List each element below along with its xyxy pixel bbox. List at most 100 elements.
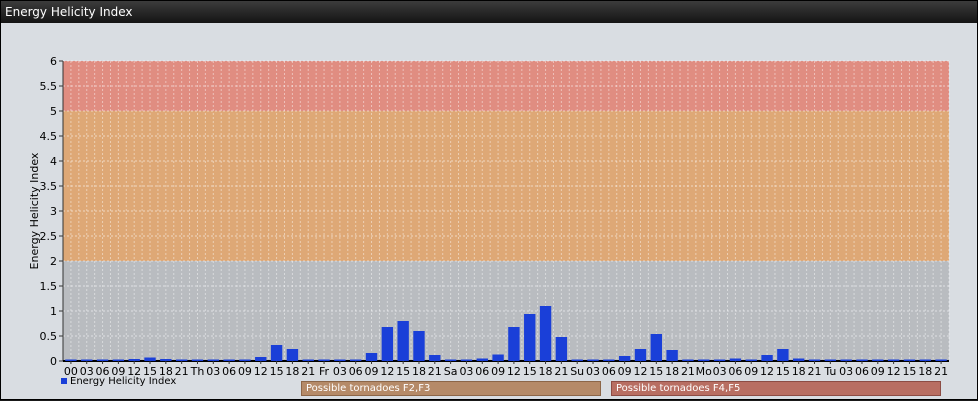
legend-label: Energy Helicity Index bbox=[70, 376, 177, 387]
bar bbox=[350, 359, 362, 361]
bar bbox=[239, 359, 251, 361]
bar bbox=[713, 359, 726, 361]
window-title: Energy Helicity Index bbox=[5, 5, 133, 19]
bar bbox=[81, 359, 93, 361]
x-tick-label: Tu bbox=[823, 365, 836, 378]
y-tick-label: 6 bbox=[50, 55, 57, 68]
x-tick-label: 18 bbox=[665, 365, 679, 378]
x-tick-label: 03 bbox=[713, 365, 727, 378]
y-tick-label: 5 bbox=[50, 105, 57, 118]
x-tick-label: 06 bbox=[728, 365, 742, 378]
y-tick-label: 3.5 bbox=[40, 180, 58, 193]
bar bbox=[603, 359, 615, 361]
x-tick-label: 15 bbox=[902, 365, 916, 378]
x-tick-label: 06 bbox=[855, 365, 869, 378]
x-tick-label: Sa bbox=[444, 365, 458, 378]
y-tick-label: 4 bbox=[50, 155, 57, 168]
x-tick-label: 18 bbox=[285, 365, 299, 378]
y-tick-label: 0.5 bbox=[40, 330, 58, 343]
bar bbox=[935, 359, 947, 361]
x-tick-label: 21 bbox=[681, 365, 695, 378]
bar bbox=[698, 359, 710, 361]
x-tick-label: 03 bbox=[839, 365, 853, 378]
y-tick-label: 4.5 bbox=[40, 130, 58, 143]
bar bbox=[618, 356, 631, 361]
bar bbox=[682, 359, 694, 361]
y-tick-label: 2 bbox=[50, 255, 57, 268]
x-tick-label: 03 bbox=[586, 365, 600, 378]
bar bbox=[302, 359, 314, 361]
bar bbox=[587, 359, 599, 361]
bar bbox=[397, 321, 409, 361]
x-tick-label: 06 bbox=[349, 365, 363, 378]
x-tick-label: 03 bbox=[333, 365, 347, 378]
y-tick-label: 5.5 bbox=[40, 80, 58, 93]
bar bbox=[65, 359, 77, 361]
title-bar: Energy Helicity Index bbox=[1, 1, 977, 23]
bar bbox=[808, 359, 821, 361]
x-tick-label: 18 bbox=[539, 365, 553, 378]
bar bbox=[761, 355, 773, 361]
bar bbox=[571, 359, 583, 361]
y-tick-label: 3 bbox=[50, 205, 57, 218]
ehi-chart: 0 0.5 1 1.5 2 2.5 3 3.5 4 4.5 5 5.5 6 Energy Helicity… bbox=[28, 55, 950, 378]
bar bbox=[286, 349, 299, 361]
bar bbox=[160, 359, 172, 361]
x-tick-label: 12 bbox=[254, 365, 268, 378]
x-tick-label: 06 bbox=[602, 365, 616, 378]
x-tick-label: 12 bbox=[507, 365, 521, 378]
bar bbox=[887, 359, 900, 361]
x-tick-label: 12 bbox=[760, 365, 774, 378]
x-tick-label: Mo bbox=[696, 365, 712, 378]
x-tick-label: 18 bbox=[918, 365, 932, 378]
bar bbox=[634, 349, 647, 361]
bar bbox=[413, 331, 425, 361]
bar bbox=[444, 359, 457, 361]
x-tick-label: Fr bbox=[319, 365, 330, 378]
bar bbox=[128, 359, 140, 361]
y-tick-label: 2.5 bbox=[40, 230, 58, 243]
x-tick-label: Su bbox=[570, 365, 584, 378]
y-axis-label: Energy Helicity Index bbox=[28, 152, 41, 269]
x-tick-label: 15 bbox=[649, 365, 663, 378]
bar bbox=[729, 358, 742, 361]
bar bbox=[255, 357, 267, 361]
x-tick-label: 18 bbox=[412, 365, 426, 378]
x-tick-label: 15 bbox=[270, 365, 284, 378]
x-tick-label: 09 bbox=[871, 365, 885, 378]
bar bbox=[476, 358, 488, 361]
bar bbox=[777, 349, 789, 361]
bar bbox=[492, 354, 504, 361]
x-tick-label: 21 bbox=[934, 365, 948, 378]
bar bbox=[650, 334, 662, 361]
bar bbox=[175, 359, 188, 361]
x-tick-label: 21 bbox=[808, 365, 822, 378]
x-tick-label: 06 bbox=[475, 365, 489, 378]
bar bbox=[460, 359, 473, 361]
bar bbox=[840, 359, 852, 361]
x-tick-label: 03 bbox=[459, 365, 473, 378]
y-tick-label: 0 bbox=[50, 355, 57, 368]
x-tick-label: 12 bbox=[633, 365, 647, 378]
bar bbox=[555, 337, 568, 361]
bar bbox=[334, 359, 346, 361]
risk-band-f4-f5: Possible tornadoes F4,F5 bbox=[611, 381, 941, 396]
risk-band-f2-f3: Possible tornadoes F2,F3 bbox=[301, 381, 601, 396]
bar bbox=[872, 359, 884, 361]
x-tick-label: 15 bbox=[396, 365, 410, 378]
y-tick-label: 1 bbox=[50, 305, 57, 318]
bar bbox=[191, 359, 204, 361]
bar bbox=[207, 359, 219, 361]
bar bbox=[508, 327, 520, 361]
x-tick-label: 12 bbox=[380, 365, 394, 378]
x-tick-label: 03 bbox=[206, 365, 220, 378]
x-tick-label: 15 bbox=[776, 365, 790, 378]
x-tick-label: 15 bbox=[523, 365, 537, 378]
x-tick-label: 21 bbox=[428, 365, 442, 378]
bar bbox=[429, 355, 441, 361]
bar bbox=[824, 359, 837, 361]
x-tick-label: 09 bbox=[365, 365, 379, 378]
legend-swatch bbox=[61, 378, 67, 384]
bar bbox=[539, 306, 552, 361]
bar bbox=[524, 314, 536, 361]
